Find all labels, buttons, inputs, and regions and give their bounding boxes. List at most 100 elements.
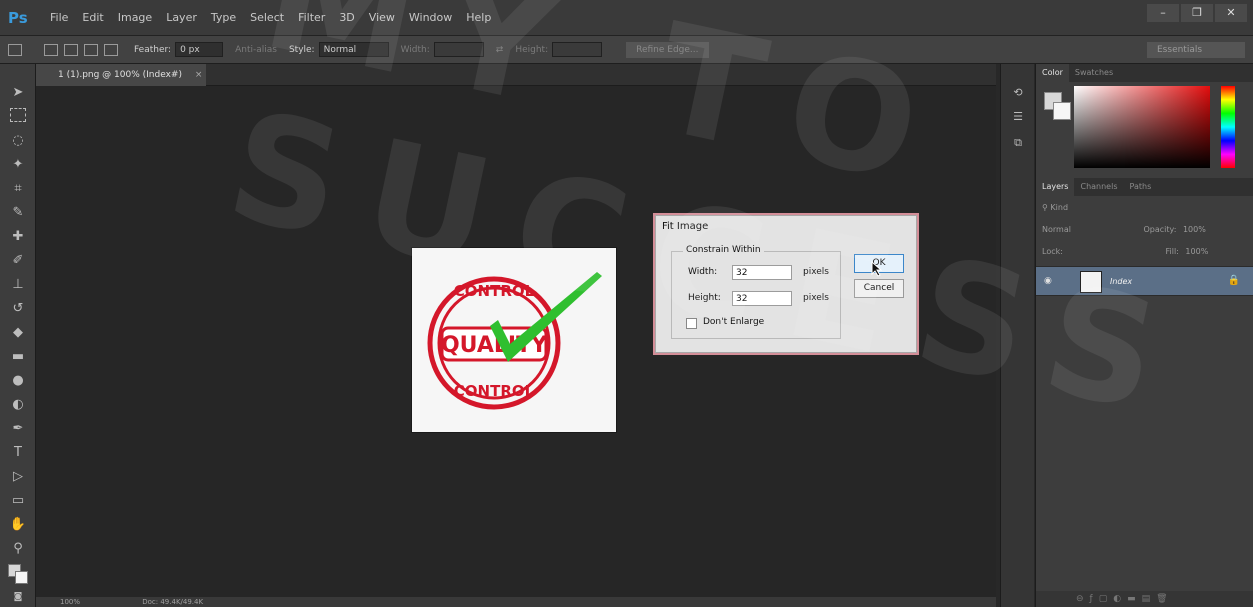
style-select[interactable]: Normal bbox=[318, 42, 389, 57]
opacity-value[interactable]: 100% bbox=[1183, 225, 1206, 234]
status-bar: 100% Doc: 49.4K/49.4K bbox=[36, 597, 996, 607]
feather-input[interactable]: 0 px bbox=[175, 42, 224, 57]
document-tab-bar: 1 (1).png @ 100% (Index#) × bbox=[36, 64, 996, 86]
restore-button[interactable]: ❐ bbox=[1181, 4, 1213, 22]
tab-layers[interactable]: Layers bbox=[1036, 178, 1075, 196]
hue-slider[interactable] bbox=[1221, 86, 1235, 168]
doc-info[interactable]: Doc: 49.4K/49.4K bbox=[142, 598, 203, 606]
menu-bar: Ps File Edit Image Layer Type Select Fil… bbox=[0, 0, 1253, 36]
color-panel bbox=[1036, 82, 1253, 178]
menu-select[interactable]: Select bbox=[250, 11, 284, 24]
color-spectrum[interactable] bbox=[1074, 86, 1210, 168]
options-bar: Feather: 0 px Anti-alias Style: Normal W… bbox=[0, 36, 1253, 64]
tab-color[interactable]: Color bbox=[1036, 64, 1069, 82]
visibility-eye-icon[interactable]: ◉ bbox=[1044, 276, 1052, 286]
workspace-select[interactable]: Essentials bbox=[1147, 42, 1245, 58]
height-input[interactable] bbox=[552, 42, 603, 57]
gradient-tool-icon[interactable]: ▬ bbox=[8, 348, 28, 366]
clone-stamp-tool-icon[interactable]: ⊥ bbox=[8, 276, 28, 294]
antialias-label[interactable]: Anti-alias bbox=[235, 45, 277, 55]
intersect-selection-icon[interactable] bbox=[104, 43, 118, 56]
swap-icon[interactable]: ⇄ bbox=[496, 45, 504, 55]
link-layers-icon[interactable]: ⊖ bbox=[1076, 594, 1090, 604]
layer-name[interactable]: Index bbox=[1110, 267, 1132, 297]
quick-mask-icon[interactable]: ◙ bbox=[8, 588, 28, 606]
tab-swatches[interactable]: Swatches bbox=[1069, 64, 1119, 82]
color-panel-tabs: Color Swatches bbox=[1036, 64, 1253, 82]
add-selection-icon[interactable] bbox=[64, 43, 78, 56]
zoom-level[interactable]: 100% bbox=[60, 598, 80, 606]
eyedropper-tool-icon[interactable]: ✎ bbox=[8, 204, 28, 222]
constrain-within-group: Constrain Within Width: 32 pixels Height… bbox=[671, 245, 841, 339]
add-mask-icon[interactable]: ▢ bbox=[1099, 594, 1114, 604]
magic-wand-tool-icon[interactable]: ✦ bbox=[8, 156, 28, 174]
menu-window[interactable]: Window bbox=[409, 11, 452, 24]
menu-edit[interactable]: Edit bbox=[82, 11, 103, 24]
tab-close-icon[interactable]: × bbox=[195, 70, 203, 80]
fill-value[interactable]: 100% bbox=[1185, 247, 1208, 256]
menu-file[interactable]: File bbox=[50, 11, 68, 24]
height-unit: pixels bbox=[803, 293, 829, 303]
dont-enlarge-checkbox[interactable] bbox=[686, 318, 697, 329]
menu-type[interactable]: Type bbox=[211, 11, 236, 24]
kind-select[interactable]: Kind bbox=[1050, 203, 1068, 212]
zoom-tool-icon[interactable]: ⚲ bbox=[8, 540, 28, 558]
close-window-button[interactable]: ✕ bbox=[1215, 4, 1247, 22]
subtract-selection-icon[interactable] bbox=[84, 43, 98, 56]
tab-paths[interactable]: Paths bbox=[1124, 178, 1158, 196]
marquee-tool-icon[interactable] bbox=[10, 108, 26, 122]
blend-mode-select[interactable]: Normal bbox=[1042, 225, 1071, 234]
menu-3d[interactable]: 3D bbox=[339, 11, 354, 24]
width-input[interactable] bbox=[433, 42, 484, 57]
brush-tool-icon[interactable]: ✐ bbox=[8, 252, 28, 270]
dodge-tool-icon[interactable]: ◐ bbox=[8, 396, 28, 414]
dont-enlarge-label[interactable]: Don't Enlarge bbox=[703, 317, 764, 327]
hand-tool-icon[interactable]: ✋ bbox=[8, 516, 28, 534]
layers-panel-tabs: Layers Channels Paths bbox=[1036, 178, 1253, 196]
width-input[interactable]: 32 bbox=[732, 265, 792, 280]
adjustment-layer-icon[interactable]: ◐ bbox=[1113, 594, 1127, 604]
layer-thumbnail bbox=[1080, 271, 1102, 293]
menu-layer[interactable]: Layer bbox=[166, 11, 197, 24]
mouse-cursor-icon bbox=[871, 261, 883, 277]
properties-panel-icon[interactable]: ☰ bbox=[1010, 110, 1026, 126]
color-background-swatch[interactable] bbox=[1053, 102, 1071, 120]
rectangle-tool-icon[interactable]: ▭ bbox=[8, 492, 28, 510]
blur-tool-icon[interactable]: ● bbox=[8, 372, 28, 390]
menu-help[interactable]: Help bbox=[466, 11, 491, 24]
delete-layer-icon[interactable]: 🗑 bbox=[1156, 594, 1173, 604]
history-brush-tool-icon[interactable]: ↺ bbox=[8, 300, 28, 318]
layer-row[interactable]: ◉ Index 🔒 bbox=[1036, 266, 1253, 296]
lasso-tool-icon[interactable]: ◌ bbox=[8, 132, 28, 150]
minimize-button[interactable]: – bbox=[1147, 4, 1179, 22]
refine-edge-button[interactable]: Refine Edge... bbox=[626, 41, 709, 58]
height-input[interactable]: 32 bbox=[732, 291, 792, 306]
menu-filter[interactable]: Filter bbox=[298, 11, 325, 24]
new-selection-icon[interactable] bbox=[44, 43, 58, 56]
tab-channels[interactable]: Channels bbox=[1074, 178, 1123, 196]
path-selection-tool-icon[interactable]: ▷ bbox=[8, 468, 28, 486]
eraser-tool-icon[interactable]: ◆ bbox=[8, 324, 28, 342]
menu-view[interactable]: View bbox=[369, 11, 395, 24]
pen-tool-icon[interactable]: ✒ bbox=[8, 420, 28, 438]
menu-image[interactable]: Image bbox=[118, 11, 152, 24]
new-layer-icon[interactable]: ▤ bbox=[1142, 594, 1157, 604]
height-label: Height: bbox=[515, 44, 549, 55]
document-tab-title: 1 (1).png @ 100% (Index#) bbox=[58, 70, 182, 80]
fx-icon[interactable]: ƒ bbox=[1090, 594, 1099, 604]
move-tool-icon[interactable]: ➤ bbox=[8, 84, 28, 102]
cancel-button[interactable]: Cancel bbox=[854, 279, 904, 298]
new-group-icon[interactable]: ▬ bbox=[1127, 594, 1142, 604]
tools-panel: ➤ ◌ ✦ ⌗ ✎ ✚ ✐ ⊥ ↺ ◆ ▬ ● ◐ ✒ T ▷ ▭ ✋ ⚲ ◙ bbox=[0, 64, 36, 607]
adjustments-panel-icon[interactable]: ⧉ bbox=[1010, 136, 1026, 152]
type-tool-icon[interactable]: T bbox=[8, 444, 28, 462]
history-panel-icon[interactable]: ⟲ bbox=[1010, 86, 1026, 102]
marquee-preset-icon[interactable] bbox=[8, 43, 22, 56]
stamp-bottom-text: CONTROL bbox=[454, 382, 535, 400]
healing-brush-tool-icon[interactable]: ✚ bbox=[8, 228, 28, 246]
lock-row: Lock: Fill: 100% bbox=[1036, 242, 1253, 261]
background-color-swatch[interactable] bbox=[15, 571, 28, 584]
crop-tool-icon[interactable]: ⌗ bbox=[8, 180, 28, 198]
document-tab[interactable]: 1 (1).png @ 100% (Index#) × bbox=[36, 64, 206, 86]
quality-control-stamp: CONTROL QUALITY CONTROL bbox=[427, 272, 602, 410]
